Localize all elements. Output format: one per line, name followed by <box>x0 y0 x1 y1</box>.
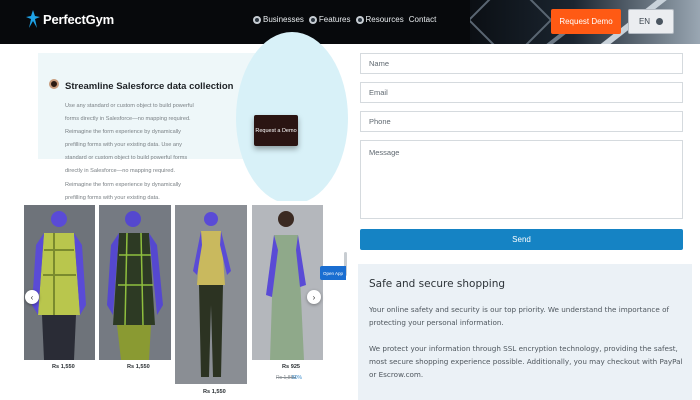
logo-star-icon <box>26 10 40 28</box>
main-nav: Businesses Features Resources Contact <box>253 15 441 24</box>
product-card[interactable] <box>24 205 95 365</box>
product-photo <box>99 205 171 360</box>
nav-item-contact[interactable]: Contact <box>409 15 437 24</box>
message-field[interactable]: Message <box>360 140 683 219</box>
chevron-right-icon: › <box>312 292 316 302</box>
product-price: Rs 1,550 <box>52 364 75 370</box>
site-header: PerfectGym Businesses Features Resources… <box>0 0 700 44</box>
product-price: Rs 1,550 <box>203 389 226 395</box>
product-photo <box>175 205 247 384</box>
nav-label: Features <box>318 15 351 24</box>
language-selector[interactable]: EN <box>628 9 674 34</box>
product-image <box>175 205 247 384</box>
product-discount: 50% <box>292 375 303 381</box>
salesforce-description: Use any standard or custom object to bui… <box>65 103 194 201</box>
carousel-next-button[interactable]: › <box>307 290 321 304</box>
globe-icon <box>253 15 261 24</box>
product-image <box>24 205 95 360</box>
nav-label: Businesses <box>263 15 304 24</box>
nav-item-features[interactable]: Features <box>308 15 351 24</box>
product-image <box>252 205 323 360</box>
language-label: EN <box>638 17 651 26</box>
nav-item-resources[interactable]: Resources <box>355 15 404 24</box>
product-image <box>99 205 171 360</box>
globe-icon <box>656 18 664 25</box>
logo-text: PerfectGym <box>43 11 114 27</box>
email-field[interactable]: Email <box>360 82 683 103</box>
request-a-demo-button[interactable]: Request a Demo <box>254 115 298 146</box>
site-logo[interactable]: PerfectGym <box>26 10 114 28</box>
product-card[interactable] <box>252 205 323 365</box>
salesforce-title: Streamline Salesforce data collection <box>65 81 234 92</box>
name-field[interactable]: Name <box>360 53 683 74</box>
request-demo-button[interactable]: Request Demo <box>551 9 621 34</box>
salesforce-feature-icon <box>49 79 59 89</box>
nav-label: Resources <box>365 15 404 24</box>
section-paragraph: We protect your information through SSL … <box>369 344 683 379</box>
carousel-prev-button[interactable]: ‹ <box>25 290 39 304</box>
nav-label: Contact <box>408 15 437 24</box>
section-title: Safe and secure shopping <box>369 278 506 290</box>
product-photo <box>24 205 95 360</box>
product-price: Rs 925 <box>282 364 301 370</box>
page: PerfectGym Businesses Features Resources… <box>0 0 700 400</box>
product-carousel: Rs 1,550 Rs 1,550 Rs 1,550 Rs 925 Rs 1,8… <box>0 201 346 400</box>
product-card[interactable] <box>99 205 171 365</box>
open-app-button[interactable]: Open App <box>320 266 346 280</box>
product-card[interactable] <box>175 205 247 385</box>
globe-icon <box>308 15 317 24</box>
section-paragraph: Your online safety and security is our t… <box>369 305 670 327</box>
phone-field[interactable]: Phone <box>360 111 683 132</box>
send-button[interactable]: Send <box>360 229 683 250</box>
product-price: Rs 1,550 <box>127 364 150 370</box>
nav-item-businesses[interactable]: Businesses <box>253 15 304 24</box>
chevron-left-icon: ‹ <box>30 292 34 302</box>
secure-shopping-section: Safe and secure shopping Your online saf… <box>358 264 692 400</box>
product-photo <box>252 205 323 360</box>
globe-icon <box>355 15 364 24</box>
